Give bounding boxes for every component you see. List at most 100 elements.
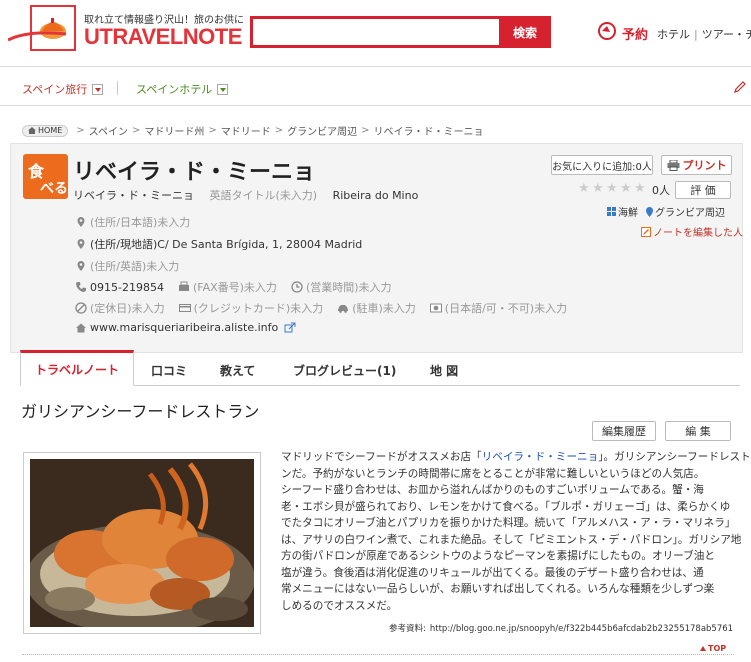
search-input[interactable] [250,16,500,48]
eat-category-icon: 食 べる [23,154,68,199]
breadcrumb-item[interactable]: スペイン [89,123,128,138]
article-line: 方の街パドロンが原産であるシシトウのようなピーマンを素揚げにしたもの。オリーブ油… [281,550,715,562]
dropdown-caret-icon[interactable] [92,83,104,95]
article-body: マドリッドでシーフードがオススメお店「リベイラ・ド・ミーニョ」。ガリシアンシーフ… [281,449,751,614]
dropdown-caret-icon[interactable] [217,83,229,95]
print-button-label: プリント [682,159,727,172]
website-link[interactable]: www.marisqueriaribeira.aliste.info [90,321,278,334]
edit-history-button[interactable]: 編集履歴 [592,421,656,441]
nav-hotel[interactable]: ホテル [657,28,690,41]
search-button[interactable]: 検索 [499,16,551,48]
article-photo-frame [23,452,261,634]
spot-sub-titles: リベイラ・ド・ミーニョ 英語タイトル(未入力) Ribeira do Mino [73,187,418,203]
subnav-spain-travel[interactable]: スペイン旅行 [22,81,104,97]
content-tabs: トラベルノート 口コミ 教えて ブログレビュー(1) 地 図 [20,350,740,386]
business-hours: (営業時間)未入力 [305,281,392,294]
address-en: (住所/英語)未入力 [90,260,180,273]
breadcrumb-item: リベイラ・ド・ミーニョ [373,127,484,138]
note-editors-link[interactable]: ノートを編集した人 [641,224,743,239]
breadcrumb: HOME > スペイン > マドリード州 > マドリード > グランビア周辺 >… [22,123,484,138]
reserve-bird-icon [598,22,616,40]
title-local: Ribeira do Mino [332,189,419,202]
credit-card-icon [178,304,191,312]
breadcrumb-item[interactable]: マドリード州 [144,123,204,138]
article-line: でたタコにオリーブ油とパプリカを振りかけた料理。続いて「アルメハス・ア・ラ・マリ… [281,517,736,529]
back-to-top-link[interactable]: TOP [700,644,726,653]
reserve-label[interactable]: 予約 [622,24,648,43]
breadcrumb-sep: > [361,125,370,136]
tab-travel-note[interactable]: トラベルノート [20,350,135,386]
article-text: 」。ガリシアンシーフードレストラ [598,451,751,463]
japanese-support: (日本語/可・不可)未入力 [444,302,568,315]
car-icon [338,305,349,313]
article-line: 老・エボシ貝が盛られており、レモンをかけて食べる。「ブルポ・ガリェーゴ」は、柔ら… [281,500,731,513]
logo-swoosh-icon [8,31,67,42]
printer-icon [667,159,679,171]
add-favorite-button[interactable]: お気に入りに追加:0人 [551,155,653,175]
rate-button[interactable]: 評 価 [675,181,731,199]
fax-icon [178,281,189,291]
article-line: マドリッドでシーフードがオススメお店「リベイラ・ド・ミーニョ」。ガリシアンシーフ… [281,449,751,466]
category-grid-icon [607,207,616,216]
article-line: 常メニューにはない一品らしいが、お願いすれば出してくれる。いろんな種類を少しずつ… [281,583,715,595]
clock-icon [291,281,303,293]
spot-name-link[interactable]: リベイラ・ド・ミーニョ [482,451,599,463]
print-button[interactable]: プリント [661,155,732,175]
back-to-top-label: TOP [708,644,727,653]
phone-number: 0915-219854 [90,280,164,294]
parking: (駐車)未入力 [352,302,416,315]
subnav-spain-hotel[interactable]: スペインホテル [136,81,229,97]
breadcrumb-item[interactable]: グランビア周辺 [287,123,357,138]
site-header: 取れ立て情報盛り沢山！旅のお供に UTRAVELNOTE 検索 予約 ホテル | ツ… [0,0,751,62]
spot-info-panel: 食 べる リベイラ・ド・ミーニョ リベイラ・ド・ミーニョ 英語タイトル(未入力)… [10,143,743,353]
external-link-icon[interactable] [284,322,296,334]
article-text: マドリッドでシーフードがオススメお店「 [281,451,482,463]
star-empty-icon: ★ [606,181,618,196]
breadcrumb-sep: > [208,125,217,136]
tag-area[interactable]: グランビア周辺 [655,204,725,219]
breadcrumb-item[interactable]: マドリード [221,123,271,138]
article-line: は、アサリの白ワイン煮で、これまた絶品。そして「ピミエントス・デ・パドロン」。ガ… [281,533,742,546]
article-line: シーフード盛り合わせは、お皿から溢れんばかりのものすごいボリュームである。蟹・海 [281,484,704,496]
star-empty-icon: ★ [620,181,632,196]
star-empty-icon: ★ [578,181,590,196]
pencil-icon[interactable] [733,80,747,94]
subnav-spain-travel-label: スペイン旅行 [22,83,88,96]
breadcrumb-home[interactable]: HOME [22,124,69,137]
tab-ask[interactable]: 教えて [220,362,255,379]
nav-tour[interactable]: ツアー・チ [702,28,751,41]
credit-card: (クレジットカード)未入力 [193,302,324,315]
fax-number: (FAX番号)未入力 [192,281,277,294]
subnav-spain-hotel-label: スペインホテル [136,83,213,96]
address-en-row: (住所/英語)未入力 [75,258,179,274]
closed-days: (定休日)未入力 [90,302,165,315]
edit-button[interactable]: 編 集 [665,421,731,441]
site-logo-text[interactable]: UTRAVELNOTE [84,24,242,50]
header-nav: ホテル | ツアー・チ [657,26,751,42]
title-en-placeholder: 英語タイトル(未入力) [209,189,318,202]
review-count: 0人 [652,184,670,197]
closed-day-icon [75,302,87,314]
section-divider [22,654,734,655]
subnav-divider [117,81,118,95]
tab-blog-reviews[interactable]: ブログレビュー(1) [293,362,396,379]
house-icon [76,323,86,332]
breadcrumb-home-label: HOME [38,126,63,135]
sub-nav: スペイン旅行 スペインホテル [0,66,751,106]
tab-map[interactable]: 地 図 [430,362,458,379]
source-url[interactable]: http://blog.goo.ne.jp/snoopyh/e/f322b445… [430,624,733,634]
up-arrow-icon [700,646,706,651]
phone-icon [76,282,86,292]
star-empty-icon: ★ [592,181,604,196]
nav-separator: | [694,28,698,41]
seafood-platter-photo[interactable] [30,459,254,627]
article-line: ンだ。予約がないとランチの時間帯に席をとることが非常に難しいというほどの人気店。 [281,467,705,480]
tab-reviews[interactable]: 口コミ [151,362,187,379]
tag-category[interactable]: 海鮮 [618,204,638,219]
japanese-flag-icon [429,303,442,313]
location-pin-icon [77,217,85,227]
category-char-2: べる [40,181,68,197]
website-row: www.marisqueriaribeira.aliste.info [75,321,299,334]
note-editors-label: ノートを編集した人 [653,228,743,239]
spot-tags: 海鮮 グランビア周辺 [607,204,725,219]
